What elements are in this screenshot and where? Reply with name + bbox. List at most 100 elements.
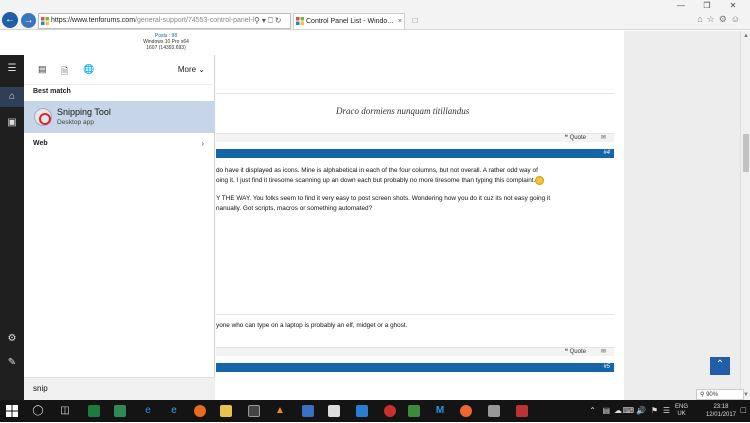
- chevron-right-icon[interactable]: ›: [201, 139, 204, 148]
- post-action-bar: ❝ Quote ✉: [216, 133, 614, 142]
- network-icon[interactable]: ▤: [602, 406, 610, 415]
- word-icon[interactable]: [356, 405, 368, 417]
- post-line: nanually. Got scripts, macros or somethi…: [216, 205, 373, 213]
- firefox-icon[interactable]: [194, 405, 206, 417]
- search-input[interactable]: snip: [33, 384, 48, 393]
- lang-code: ENG: [674, 404, 688, 410]
- url-path: /general-support/74553-control-panel-l: [135, 17, 255, 24]
- close-window-icon[interactable]: ✕: [720, 1, 746, 10]
- forward-arrow-icon[interactable]: →: [21, 13, 36, 28]
- post-number[interactable]: #5: [603, 363, 610, 372]
- file-explorer-icon[interactable]: [220, 405, 232, 417]
- smiley-feedback-icon[interactable]: ☺: [731, 14, 744, 24]
- home-icon[interactable]: ⌂: [697, 14, 706, 24]
- post-number[interactable]: #4: [603, 149, 610, 158]
- restore-icon[interactable]: ❐: [694, 1, 720, 10]
- snipping-tool-icon: [34, 108, 52, 126]
- search-panel: ▤ 🗎 🌐 More ⌄ Best match Snipping Tool De…: [24, 55, 215, 400]
- quote-button[interactable]: ❝ Quote: [565, 348, 586, 355]
- action-center-icon[interactable]: □: [741, 405, 746, 415]
- minimize-icon[interactable]: —: [668, 1, 694, 10]
- settings-gear-icon[interactable]: ⚙: [719, 14, 731, 24]
- post-line: do have it displayed as icons. Mine is a…: [216, 167, 538, 174]
- windows-start-icon[interactable]: [4, 403, 20, 419]
- post-line: Y THE WAY. You folks seem to find it ver…: [216, 195, 551, 203]
- scroll-to-top-button[interactable]: ⌃: [710, 357, 730, 375]
- taskbar: ◯ ◫ e e ▲ M ⌃ ▤ ☁ ⌨ 🔊 ⚑ ☰ ENG UK 23:18 1…: [0, 400, 750, 422]
- flag-icon[interactable]: ⚑: [651, 406, 658, 415]
- lock-icon: ⎕: [267, 16, 275, 25]
- task-view-icon[interactable]: ◫: [57, 403, 73, 419]
- documents-filter-icon[interactable]: 🗎: [61, 64, 68, 80]
- divider: [216, 314, 614, 315]
- user-build: 1607 (14393.693): [146, 45, 186, 51]
- best-match-result[interactable]: Snipping Tool Desktop app: [24, 101, 215, 133]
- web-heading[interactable]: Web: [33, 140, 48, 147]
- smiley-icon: [535, 176, 545, 185]
- vlc-icon[interactable]: ▲: [272, 403, 288, 419]
- settings-gear-icon[interactable]: ⚙: [0, 329, 24, 349]
- keyboard-icon[interactable]: ⌨: [622, 406, 634, 415]
- post-header-bar: #5: [216, 363, 614, 372]
- tenforums-favicon-icon: [41, 17, 49, 25]
- language-indicator[interactable]: ENG UK: [675, 404, 688, 418]
- edge-icon[interactable]: e: [140, 403, 156, 419]
- post-body: do have it displayed as icons. Mine is a…: [216, 166, 616, 214]
- post-signature: yone who can type on a laptop is probabl…: [216, 322, 408, 329]
- multi-quote-icon[interactable]: ✉: [601, 134, 606, 141]
- scrollbar-thumb[interactable]: [743, 134, 749, 172]
- snipping-tool-taskbar-icon[interactable]: [516, 405, 528, 417]
- window-controls: — ❐ ✕: [668, 1, 746, 10]
- malwarebytes-icon[interactable]: M: [432, 403, 448, 419]
- clock-date: 12/01/2017: [705, 412, 736, 418]
- clock-time: 23:18: [713, 404, 729, 410]
- app-icon[interactable]: [302, 405, 314, 417]
- tab-control-panel-list[interactable]: Control Panel List - Windo... ×: [293, 13, 405, 29]
- vertical-scrollbar[interactable]: ▲ ▼: [740, 31, 750, 400]
- browser-tools: ⌂☆⚙☺: [697, 14, 744, 25]
- multi-quote-icon[interactable]: ✉: [601, 348, 606, 355]
- clock[interactable]: 23:18 12/01/2017: [706, 403, 736, 419]
- signature: Draco dormiens nunquam titillandus: [336, 106, 470, 116]
- hamburger-menu-icon[interactable]: ☰: [0, 59, 24, 79]
- notepad-icon[interactable]: [328, 405, 340, 417]
- internet-explorer-icon[interactable]: e: [166, 403, 182, 419]
- cortana-icon[interactable]: ◯: [30, 403, 46, 419]
- refresh-icon[interactable]: ↻: [275, 16, 284, 25]
- more-filters-button[interactable]: More ⌄: [178, 65, 205, 74]
- utility-icon[interactable]: [488, 405, 500, 417]
- command-prompt-icon[interactable]: [248, 405, 260, 417]
- page-gutter: [624, 31, 740, 400]
- zoom-indicator[interactable]: ⚲ 90%: [696, 389, 744, 400]
- new-tab-icon[interactable]: □: [408, 13, 422, 29]
- search-icon[interactable]: ⚲: [254, 16, 262, 25]
- start-rail: ☰ ⌂ ▣ ⚙ ✎: [0, 55, 24, 400]
- divider: [216, 93, 614, 94]
- back-arrow-icon[interactable]: ←: [2, 12, 18, 28]
- spreadsheet-icon[interactable]: [114, 405, 126, 417]
- user-info: Posts : 98 Windows 10 Pro x64 1607 (1439…: [140, 33, 192, 51]
- tenforums-favicon-icon: [296, 17, 304, 25]
- wifi-icon[interactable]: ☰: [663, 406, 670, 415]
- feedback-icon[interactable]: ✎: [0, 353, 24, 373]
- web-filter-icon[interactable]: 🌐: [83, 64, 94, 75]
- favorites-star-icon[interactable]: ☆: [707, 14, 719, 24]
- notebook-icon[interactable]: ▣: [0, 113, 24, 133]
- home-icon[interactable]: ⌂: [0, 87, 24, 107]
- volume-icon[interactable]: 🔊: [636, 406, 646, 415]
- close-tab-icon[interactable]: ×: [398, 14, 402, 29]
- media-icon[interactable]: [384, 405, 396, 417]
- excel-icon[interactable]: [88, 405, 100, 417]
- scroll-up-arrow-icon[interactable]: ▲: [743, 33, 749, 39]
- url-host: https://www.tenforums.com: [51, 17, 136, 24]
- game-icon[interactable]: [408, 405, 420, 417]
- cloud-icon[interactable]: ☁: [614, 406, 622, 415]
- quote-button[interactable]: ❝ Quote: [565, 134, 586, 141]
- chevron-up-icon[interactable]: ⌃: [589, 406, 596, 415]
- post-action-bar: ❝ Quote ✉: [216, 347, 614, 356]
- search-filters: ▤ 🗎 🌐 More ⌄: [24, 55, 215, 85]
- browser-chrome: ← → https://www.tenforums.com/general-su…: [0, 0, 750, 30]
- chrome-icon[interactable]: [460, 405, 472, 417]
- apps-filter-icon[interactable]: ▤: [38, 64, 47, 75]
- search-box[interactable]: snip: [24, 377, 215, 400]
